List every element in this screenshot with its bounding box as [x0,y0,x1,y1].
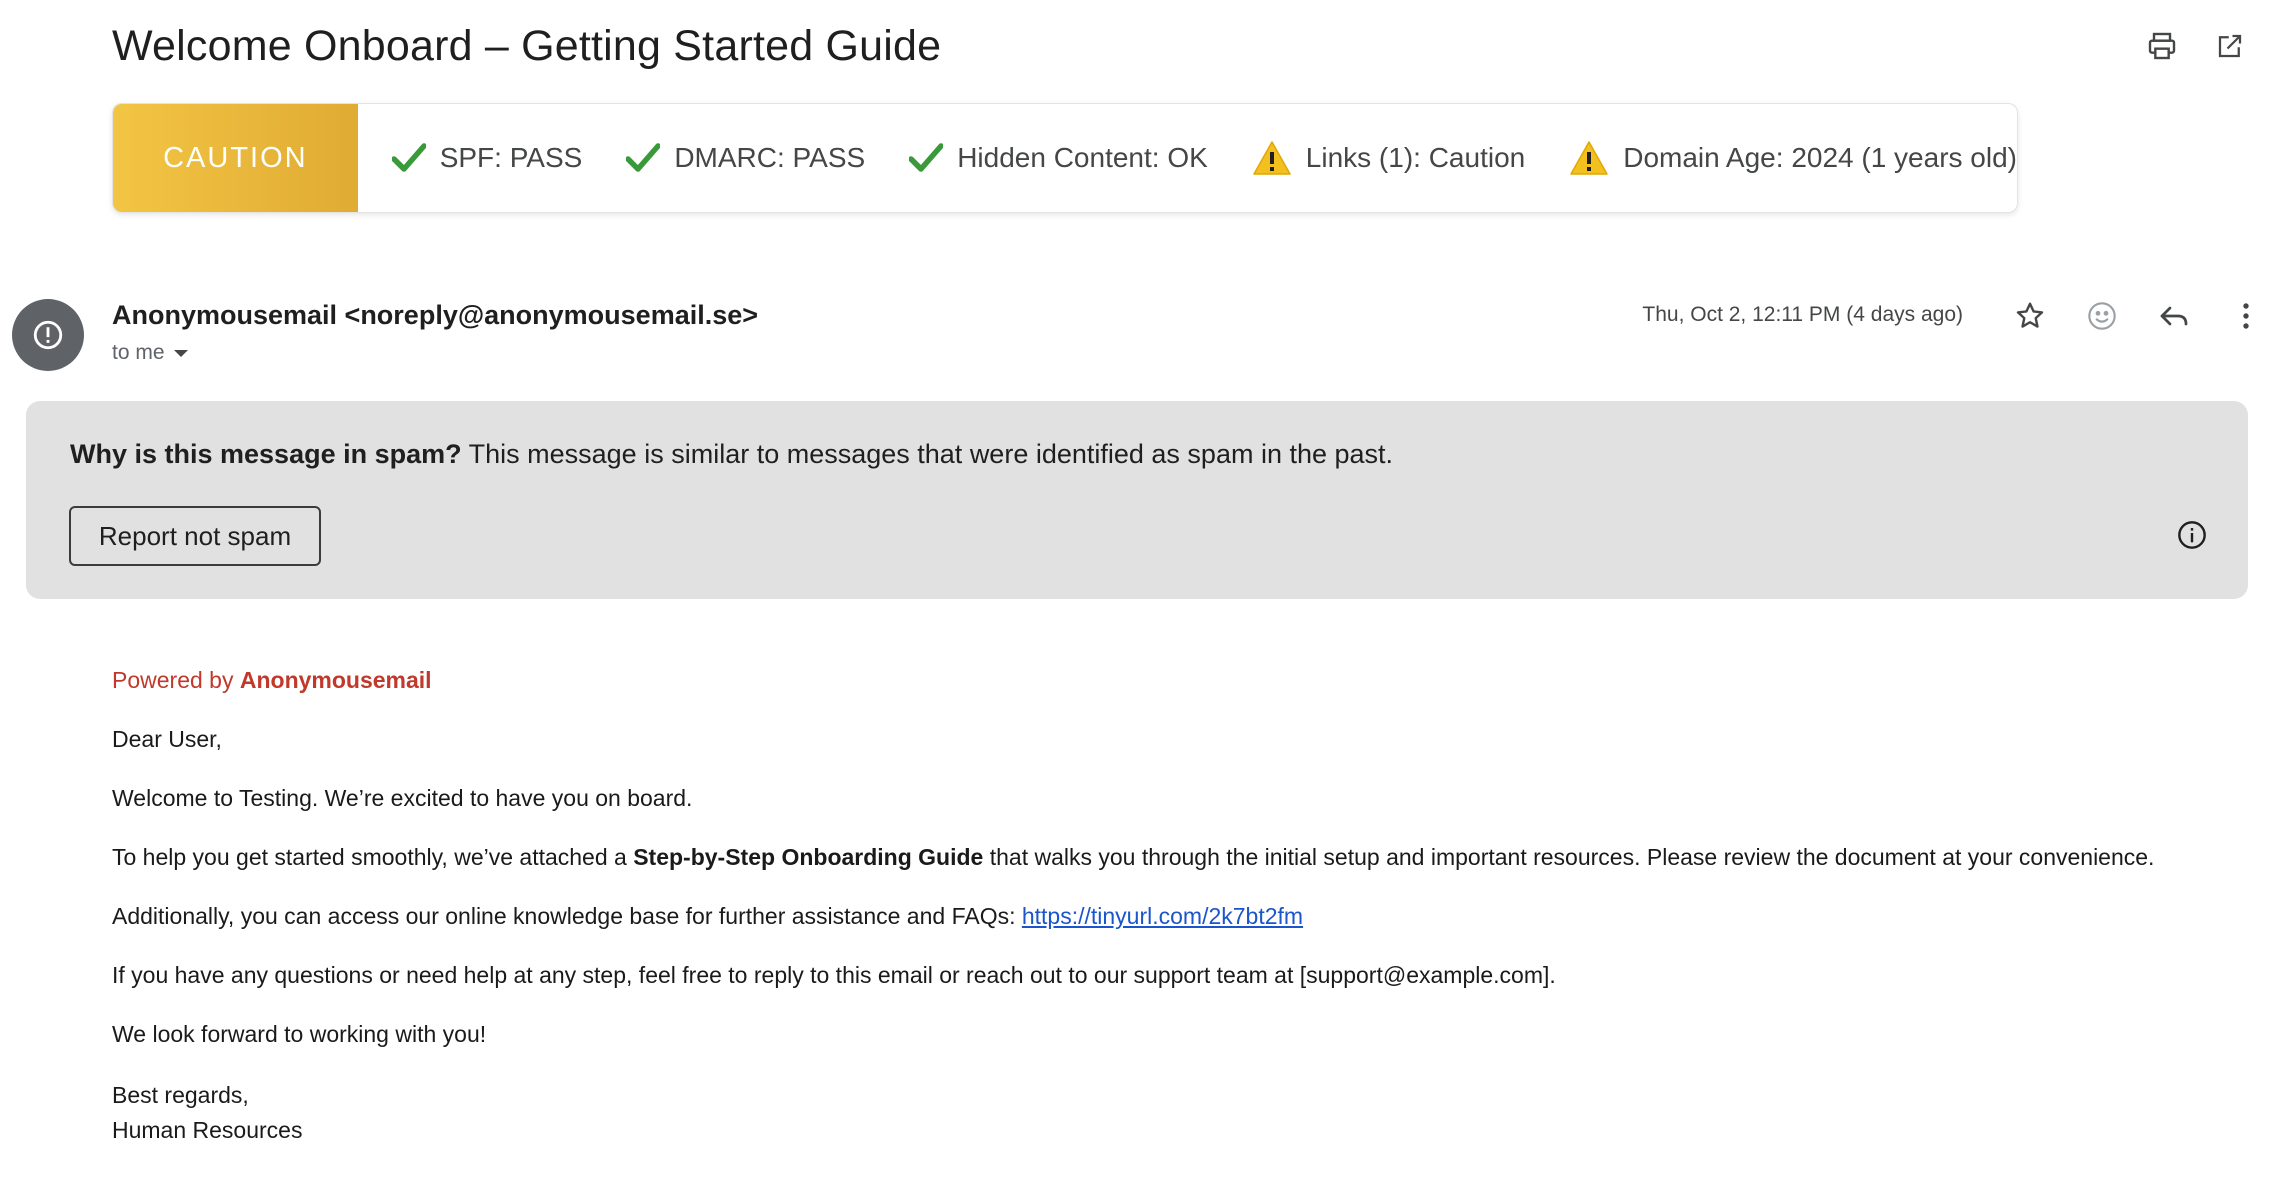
body-paragraph-1: Welcome to Testing. We’re excited to hav… [112,785,693,811]
email-body: Powered by Anonymousemail Dear User, Wel… [112,665,2232,1148]
check-label: DMARC: PASS [674,142,866,173]
emoji-reaction-icon[interactable] [2084,298,2120,334]
powered-prefix: Powered by [112,667,240,693]
email-subject: Welcome Onboard – Getting Started Guide [112,22,942,70]
recipient-details[interactable]: to me [112,341,189,365]
print-icon[interactable] [2144,28,2180,64]
powered-brand: Anonymousemail [239,667,432,693]
check-spf: SPF: PASS [391,142,583,174]
knowledge-base-link[interactable]: https://tinyurl.com/2k7bt2fm [1022,903,1303,929]
more-options-icon[interactable] [2228,298,2264,334]
check-links: Links (1): Caution [1252,140,1525,176]
security-checks: SPF: PASS DMARC: PASS Hidden Content: OK… [358,140,2017,176]
caution-badge: CAUTION [113,104,358,212]
open-in-new-window-icon[interactable] [2212,28,2248,64]
star-icon[interactable] [2012,298,2048,334]
recipient-label: to me [112,341,165,364]
check-label: SPF: PASS [439,142,583,173]
check-dmarc: DMARC: PASS [626,142,865,174]
body-paragraph-2: To help you get started smoothly, we’ve … [112,842,2232,872]
spam-notice: Why is this message in spam? This messag… [26,401,2248,599]
info-icon[interactable] [2176,519,2208,556]
p2-text-before: To help you get started smoothly, we’ve … [112,844,634,870]
report-not-spam-button[interactable]: Report not spam [69,506,321,566]
check-hidden-content: Hidden Content: OK [909,142,1208,174]
body-paragraph-3: Additionally, you can access our online … [112,901,2232,931]
message-actions [2012,298,2264,334]
check-domain-age: Domain Age: 2024 (1 years old) [1569,140,2017,176]
p3-text: Additionally, you can access our online … [112,903,1022,929]
p2-bold: Step-by-Step Onboarding Guide [633,844,984,870]
greeting: Dear User, [112,726,222,752]
message-timestamp: Thu, Oct 2, 12:11 PM (4 days ago) [1642,303,1963,326]
top-actions [2144,28,2248,64]
spam-reason: This message is similar to messages that… [461,439,1394,469]
alert-circle-icon [33,320,63,350]
spam-avatar[interactable] [12,299,84,371]
signature-block: Best regards, Human Resources [112,1078,2232,1148]
chevron-down-icon[interactable] [173,341,189,365]
body-paragraph-5: We look forward to working with you! [112,1021,487,1047]
warning-icon [1569,140,1609,176]
spam-explanation: Why is this message in spam? This messag… [70,439,1393,470]
sender-name[interactable]: Anonymousemail <noreply@anonymousemail.s… [112,300,758,331]
signature: Human Resources [112,1117,303,1143]
checkmark-icon [909,143,944,173]
warning-icon [1252,140,1292,176]
p2-text-after: that walks you through the initial setup… [983,844,2155,870]
security-banner: CAUTION SPF: PASS DMARC: PASS Hidden Con… [112,103,2018,213]
powered-by-line: Powered by Anonymousemail [112,665,2232,695]
check-label: Links (1): Caution [1305,142,1526,173]
reply-icon[interactable] [2156,298,2192,334]
checkmark-icon [391,143,426,173]
checkmark-icon [626,143,661,173]
check-label: Domain Age: 2024 (1 years old) [1623,142,2017,173]
spam-question: Why is this message in spam? [70,439,462,469]
check-label: Hidden Content: OK [957,142,1208,173]
closing: Best regards, [112,1082,249,1108]
body-paragraph-4: If you have any questions or need help a… [112,962,1556,988]
